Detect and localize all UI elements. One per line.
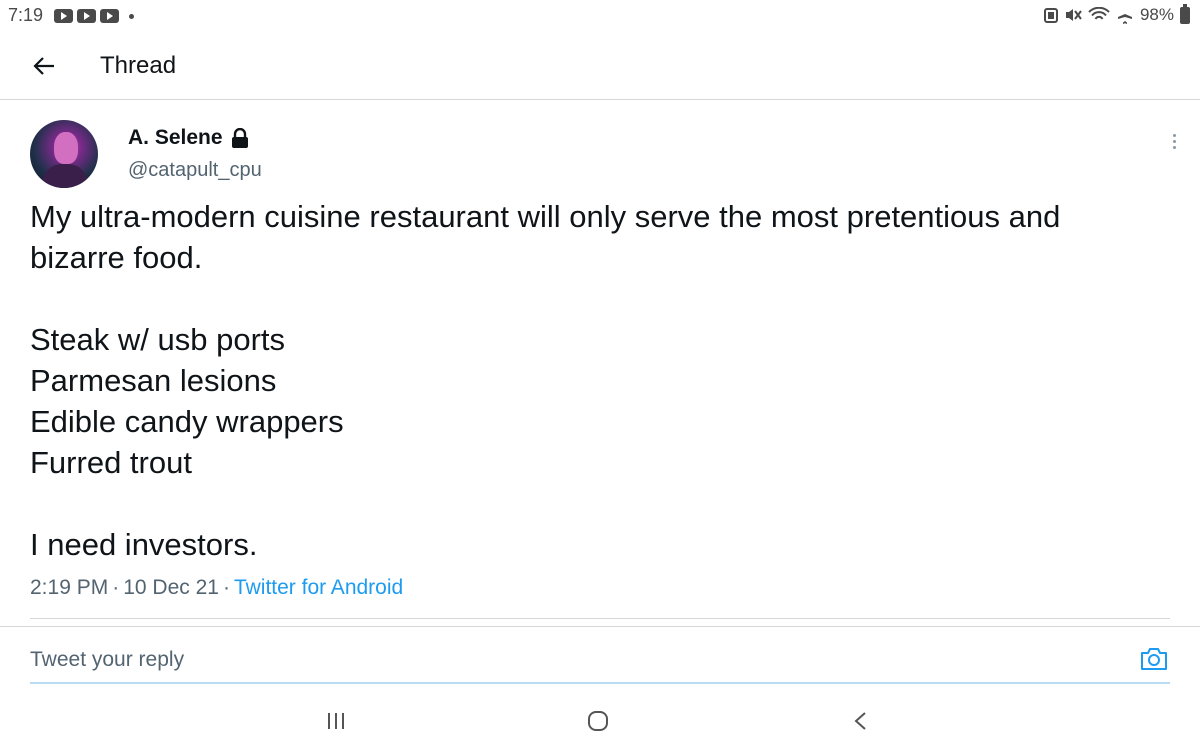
status-time: 7:19	[8, 5, 44, 25]
avatar-face	[54, 132, 78, 164]
avatar-figure	[42, 164, 88, 188]
page-title: Thread	[100, 52, 177, 79]
reply-underline	[30, 682, 1170, 684]
youtube-icon	[100, 9, 119, 23]
notification-icons	[54, 9, 134, 23]
divider	[0, 626, 1200, 627]
home-icon	[588, 711, 608, 731]
more-dot	[1172, 139, 1176, 143]
back-nav-button[interactable]	[840, 706, 880, 736]
menu-item: Edible candy wrappers	[30, 404, 344, 439]
battery-saver-icon	[1043, 7, 1058, 23]
back-button[interactable]	[26, 48, 62, 84]
avatar[interactable]	[30, 120, 98, 188]
status-right: 98%	[1043, 3, 1190, 25]
chevron-left-icon	[854, 712, 866, 730]
reply-input[interactable]	[30, 644, 1130, 676]
mute-icon	[1064, 7, 1082, 23]
more-dot	[1172, 145, 1176, 149]
divider	[30, 618, 1170, 619]
youtube-icon	[77, 9, 96, 23]
home-button[interactable]	[578, 706, 618, 736]
tweet-meta: 2:19 PM · 10 Dec 21 · Twitter for Android	[30, 576, 403, 600]
tweet-time[interactable]: 2:19 PM	[30, 576, 108, 599]
more-options-button[interactable]	[1166, 130, 1182, 152]
tweet-date[interactable]: 10 Dec 21	[123, 576, 219, 599]
battery-percent: 98%	[1139, 5, 1174, 24]
arrow-left-icon	[33, 57, 54, 75]
youtube-icon	[54, 9, 73, 23]
lock-icon	[231, 128, 248, 148]
app-header: Thread	[0, 32, 1200, 100]
status-bar: 7:19 98%	[0, 0, 1200, 32]
tweet-line: My ultra-modern cuisine restaurant will …	[30, 199, 1061, 234]
menu-item: Steak w/ usb ports	[30, 322, 286, 357]
wifi-icon	[1088, 7, 1110, 23]
separator: ·	[222, 576, 230, 599]
system-nav-bar	[0, 690, 1200, 750]
recents-button[interactable]	[316, 706, 356, 736]
recents-icon	[328, 713, 344, 729]
menu-item: Parmesan lesions	[30, 363, 277, 398]
display-name-text: A. Selene	[128, 126, 223, 149]
author-display-name[interactable]: A. Selene	[128, 126, 249, 150]
tweet-line: I need investors.	[30, 527, 258, 562]
author-handle[interactable]: @catapult_cpu	[128, 159, 262, 182]
separator: ·	[112, 576, 120, 599]
tweet-line: bizarre food.	[30, 240, 203, 275]
tweet-source-link[interactable]: Twitter for Android	[234, 576, 403, 599]
more-notifications-dot-icon	[129, 13, 134, 19]
battery-icon	[1180, 3, 1190, 24]
camera-icon	[1141, 648, 1167, 670]
tweet-text: My ultra-modern cuisine restaurant will …	[30, 196, 1170, 565]
camera-button[interactable]	[1140, 646, 1170, 674]
menu-item: Furred trout	[30, 445, 192, 480]
airplane-icon	[1116, 6, 1134, 24]
more-dot	[1172, 133, 1176, 137]
